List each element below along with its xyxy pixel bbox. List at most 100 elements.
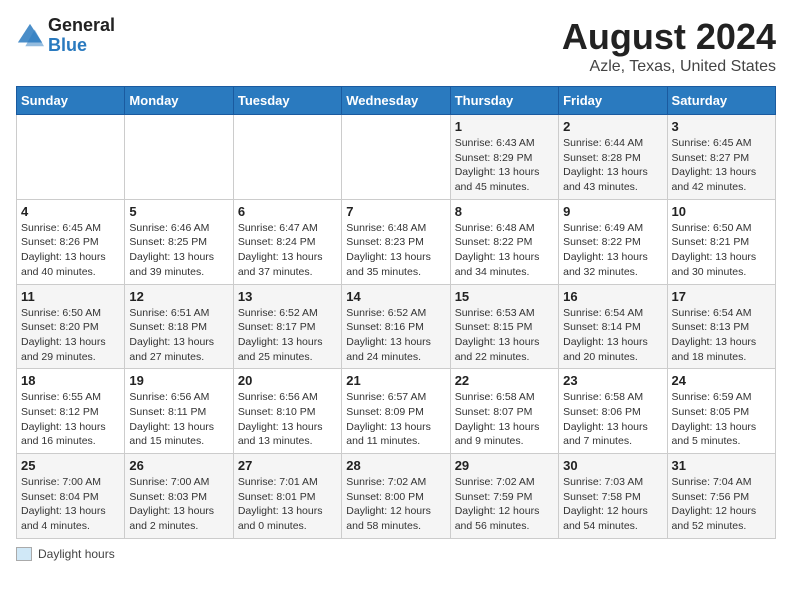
logo-icon [16,22,44,50]
weekday-header: Friday [559,87,667,115]
calendar-cell: 14Sunrise: 6:52 AMSunset: 8:16 PMDayligh… [342,284,450,369]
day-number: 22 [455,373,554,388]
calendar-cell: 11 Sunrise: 6:50 AMSunset: 8:20 PMDayligh… [17,284,125,369]
calendar-cell [342,115,450,200]
day-info: Sunrise: 6:44 AMSunset: 8:28 PMDaylight:… [563,136,662,195]
weekday-header: Monday [125,87,233,115]
day-info: Sunrise: 6:47 AMSunset: 8:24 PMDaylight:… [238,221,337,280]
calendar-cell: 25Sunrise: 7:00 AMSunset: 8:04 PMDayligh… [17,454,125,539]
calendar-cell: 28Sunrise: 7:02 AMSunset: 8:00 PMDayligh… [342,454,450,539]
logo-blue: Blue [48,35,87,55]
calendar-cell: 30 Sunrise: 7:03 AMSunset: 7:58 PMDayligh… [559,454,667,539]
calendar-cell: 29 Sunrise: 7:02 AMSunset: 7:59 PMDayligh… [450,454,558,539]
day-number: 24 [672,373,771,388]
calendar-cell: 31 Sunrise: 7:04 AMSunset: 7:56 PMDayligh… [667,454,775,539]
weekday-header: Thursday [450,87,558,115]
logo-general: General [48,15,115,35]
day-number: 6 [238,204,337,219]
day-info: Sunrise: 7:02 AMSunset: 7:59 PMDaylight:… [455,475,554,534]
day-number: 23 [563,373,662,388]
day-info: Sunrise: 6:48 AMSunset: 8:23 PMDaylight:… [346,221,445,280]
day-number: 11 [21,289,120,304]
day-info: Sunrise: 6:50 AMSunset: 8:20 PMDaylight:… [21,306,120,365]
day-number: 31 [672,458,771,473]
day-info: Sunrise: 6:54 AMSunset: 8:14 PMDaylight:… [563,306,662,365]
day-info: Sunrise: 6:52 AMSunset: 8:17 PMDaylight:… [238,306,337,365]
legend-label: Daylight hours [38,547,115,561]
calendar-cell: 24Sunrise: 6:59 AMSunset: 8:05 PMDayligh… [667,369,775,454]
day-number: 18 [21,373,120,388]
calendar-cell: 3 Sunrise: 6:45 AMSunset: 8:27 PMDaylight… [667,115,775,200]
day-info: Sunrise: 7:03 AMSunset: 7:58 PMDaylight:… [563,475,662,534]
day-number: 17 [672,289,771,304]
day-number: 12 [129,289,228,304]
calendar-cell: 4Sunrise: 6:45 AMSunset: 8:26 PMDaylight… [17,199,125,284]
calendar-week-row: 1Sunrise: 6:43 AMSunset: 8:29 PMDaylight… [17,115,776,200]
calendar-cell: 17 Sunrise: 6:54 AMSunset: 8:13 PMDayligh… [667,284,775,369]
day-info: Sunrise: 7:01 AMSunset: 8:01 PMDaylight:… [238,475,337,534]
day-number: 7 [346,204,445,219]
day-info: Sunrise: 6:55 AMSunset: 8:12 PMDaylight:… [21,390,120,449]
day-number: 15 [455,289,554,304]
calendar-header-row: SundayMondayTuesdayWednesdayThursdayFrid… [17,87,776,115]
calendar-week-row: 11 Sunrise: 6:50 AMSunset: 8:20 PMDayligh… [17,284,776,369]
day-info: Sunrise: 6:46 AMSunset: 8:25 PMDaylight:… [129,221,228,280]
logo-text: General Blue [48,16,115,56]
day-number: 3 [672,119,771,134]
day-number: 26 [129,458,228,473]
day-number: 9 [563,204,662,219]
weekday-header: Sunday [17,87,125,115]
page-title: August 2024 [562,16,776,58]
calendar-cell: 26 Sunrise: 7:00 AMSunset: 8:03 PMDayligh… [125,454,233,539]
day-info: Sunrise: 6:49 AMSunset: 8:22 PMDaylight:… [563,221,662,280]
calendar-cell: 12 Sunrise: 6:51 AMSunset: 8:18 PMDayligh… [125,284,233,369]
calendar-cell: 1Sunrise: 6:43 AMSunset: 8:29 PMDaylight… [450,115,558,200]
calendar-cell: 22Sunrise: 6:58 AMSunset: 8:07 PMDayligh… [450,369,558,454]
calendar-cell [17,115,125,200]
day-info: Sunrise: 6:45 AMSunset: 8:27 PMDaylight:… [672,136,771,195]
day-number: 20 [238,373,337,388]
calendar-cell: 20 Sunrise: 6:56 AMSunset: 8:10 PMDayligh… [233,369,341,454]
calendar-week-row: 25Sunrise: 7:00 AMSunset: 8:04 PMDayligh… [17,454,776,539]
day-info: Sunrise: 6:50 AMSunset: 8:21 PMDaylight:… [672,221,771,280]
day-number: 16 [563,289,662,304]
day-number: 30 [563,458,662,473]
calendar-cell: 21Sunrise: 6:57 AMSunset: 8:09 PMDayligh… [342,369,450,454]
day-number: 21 [346,373,445,388]
calendar-cell: 8 Sunrise: 6:48 AMSunset: 8:22 PMDaylight… [450,199,558,284]
day-info: Sunrise: 6:43 AMSunset: 8:29 PMDaylight:… [455,136,554,195]
calendar-cell: 19 Sunrise: 6:56 AMSunset: 8:11 PMDayligh… [125,369,233,454]
day-number: 29 [455,458,554,473]
day-info: Sunrise: 7:04 AMSunset: 7:56 PMDaylight:… [672,475,771,534]
calendar-cell: 23Sunrise: 6:58 AMSunset: 8:06 PMDayligh… [559,369,667,454]
page-subtitle: Azle, Texas, United States [562,58,776,76]
day-info: Sunrise: 7:00 AMSunset: 8:04 PMDaylight:… [21,475,120,534]
page-header: General Blue August 2024 Azle, Texas, Un… [16,16,776,76]
day-info: Sunrise: 6:48 AMSunset: 8:22 PMDaylight:… [455,221,554,280]
day-info: Sunrise: 6:54 AMSunset: 8:13 PMDaylight:… [672,306,771,365]
day-number: 4 [21,204,120,219]
title-block: August 2024 Azle, Texas, United States [562,16,776,76]
calendar-cell: 6 Sunrise: 6:47 AMSunset: 8:24 PMDaylight… [233,199,341,284]
legend-color-box [16,547,32,561]
calendar-cell: 15Sunrise: 6:53 AMSunset: 8:15 PMDayligh… [450,284,558,369]
day-info: Sunrise: 7:00 AMSunset: 8:03 PMDaylight:… [129,475,228,534]
day-info: Sunrise: 6:56 AMSunset: 8:10 PMDaylight:… [238,390,337,449]
day-number: 8 [455,204,554,219]
calendar-week-row: 18 Sunrise: 6:55 AMSunset: 8:12 PMDayligh… [17,369,776,454]
calendar-cell: 10 Sunrise: 6:50 AMSunset: 8:21 PMDayligh… [667,199,775,284]
day-number: 13 [238,289,337,304]
day-number: 5 [129,204,228,219]
weekday-header: Saturday [667,87,775,115]
calendar-cell: 18 Sunrise: 6:55 AMSunset: 8:12 PMDayligh… [17,369,125,454]
calendar-table: SundayMondayTuesdayWednesdayThursdayFrid… [16,86,776,539]
calendar-week-row: 4Sunrise: 6:45 AMSunset: 8:26 PMDaylight… [17,199,776,284]
day-number: 10 [672,204,771,219]
legend: Daylight hours [16,547,776,561]
day-number: 19 [129,373,228,388]
day-number: 27 [238,458,337,473]
calendar-cell [233,115,341,200]
calendar-cell: 5 Sunrise: 6:46 AMSunset: 8:25 PMDaylight… [125,199,233,284]
day-info: Sunrise: 6:51 AMSunset: 8:18 PMDaylight:… [129,306,228,365]
day-info: Sunrise: 6:56 AMSunset: 8:11 PMDaylight:… [129,390,228,449]
